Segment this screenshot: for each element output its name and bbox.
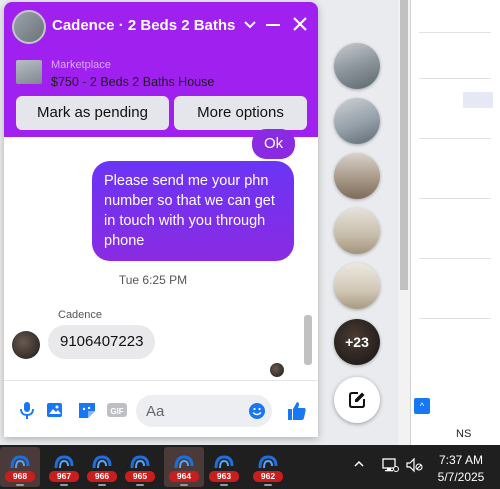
compose-icon [349,392,365,408]
panel-divider [419,258,491,259]
app-logo-icon [130,455,150,469]
received-message: 9106407223 [48,325,156,359]
sender-avatar[interactable] [12,331,40,359]
page-scrollbar-thumb[interactable] [400,0,408,290]
chat-head-avatar[interactable] [334,263,380,309]
message-input[interactable] [146,399,242,423]
new-message-button[interactable] [334,377,380,423]
seen-indicator-avatar [270,363,284,377]
gif-label: GIF [110,407,123,416]
background-right-panel [410,0,500,445]
notification-badge: 965 [125,471,155,482]
taskbar: 968 967 966 965 964 963 962 [0,445,500,489]
gif-icon[interactable]: GIF [106,399,128,421]
sent-message-ok: Ok [252,129,296,159]
background-partial-text: NS [456,428,472,440]
app-logo-icon [174,455,194,469]
clock-time[interactable]: 7:37 AM [430,453,492,467]
photo-icon[interactable] [44,399,66,421]
notification-badge: 967 [49,471,79,482]
taskbar-app-button[interactable]: 963 [204,447,244,487]
running-indicator [16,484,24,486]
page-scrollbar[interactable] [398,0,410,445]
marketplace-label: Marketplace [51,59,111,71]
taskbar-app-button[interactable]: 962 [248,447,288,487]
running-indicator [180,484,188,486]
app-logo-icon [258,455,278,469]
app-logo-icon [214,455,234,469]
panel-divider [419,318,491,319]
taskbar-app-button[interactable]: 966 [82,447,122,487]
running-indicator [136,484,144,486]
more-options-button[interactable]: More options [174,96,307,130]
notification-badge: 966 [87,471,117,482]
notification-badge: 968 [5,471,35,482]
notification-badge: 964 [169,471,199,482]
notification-badge: 963 [209,471,239,482]
app-logo-icon [92,455,112,469]
minimize-icon[interactable] [266,24,280,26]
message-timestamp: Tue 6:25 PM [118,273,188,287]
notification-badge: 962 [253,471,283,482]
app-logo-icon [10,455,30,469]
message-composer: GIF [4,380,318,437]
listing-thumbnail[interactable] [16,60,42,84]
panel-divider [419,32,491,33]
listing-title[interactable]: $750 - 2 Beds 2 Baths House [51,75,214,89]
chat-title[interactable]: Cadence · 2 Beds 2 Baths [52,17,235,34]
show-hidden-icons-icon[interactable] [353,458,365,470]
listing-avatar[interactable] [12,10,46,44]
emoji-icon[interactable] [248,402,266,420]
message-scrollbar[interactable] [302,137,314,377]
app-logo-icon [54,455,74,469]
sent-message: Please send me your phn number so that w… [92,161,294,261]
chat-head-avatar[interactable] [334,43,380,89]
running-indicator [98,484,106,486]
microphone-icon[interactable] [16,399,38,421]
message-input-box[interactable] [136,395,272,427]
chat-header: Cadence · 2 Beds 2 Baths Marketplace $75… [4,2,318,137]
taskbar-app-button[interactable]: 964 [164,447,204,487]
background-blue-button[interactable]: ^ [414,398,430,414]
chat-window: Cadence · 2 Beds 2 Baths Marketplace $75… [4,2,318,437]
chat-head-avatar[interactable] [334,208,380,254]
message-scrollbar-thumb[interactable] [304,315,312,365]
like-icon[interactable] [285,399,309,423]
panel-divider [419,78,491,79]
message-list: Ok Please send me your phn number so tha… [4,129,318,377]
running-indicator [264,484,272,486]
more-chats-count: +23 [345,334,369,350]
taskbar-app-button[interactable]: 968 [0,447,40,487]
panel-divider [419,198,491,199]
chat-head-avatar[interactable] [334,98,380,144]
panel-highlight [463,92,493,108]
close-icon[interactable] [292,16,308,32]
taskbar-app-button[interactable]: 967 [44,447,84,487]
chat-head-avatar[interactable] [334,153,380,199]
clock-date[interactable]: 5/7/2025 [430,470,492,484]
panel-divider [419,138,491,139]
network-icon[interactable] [381,457,399,473]
running-indicator [60,484,68,486]
mark-as-pending-button[interactable]: Mark as pending [16,96,169,130]
sender-name: Cadence [58,309,103,321]
volume-muted-icon[interactable] [405,457,423,473]
sticker-icon[interactable] [76,399,98,421]
more-chats-button[interactable]: +23 [334,319,380,365]
taskbar-app-button[interactable]: 965 [120,447,160,487]
chevron-down-icon[interactable] [242,16,258,32]
running-indicator [220,484,228,486]
